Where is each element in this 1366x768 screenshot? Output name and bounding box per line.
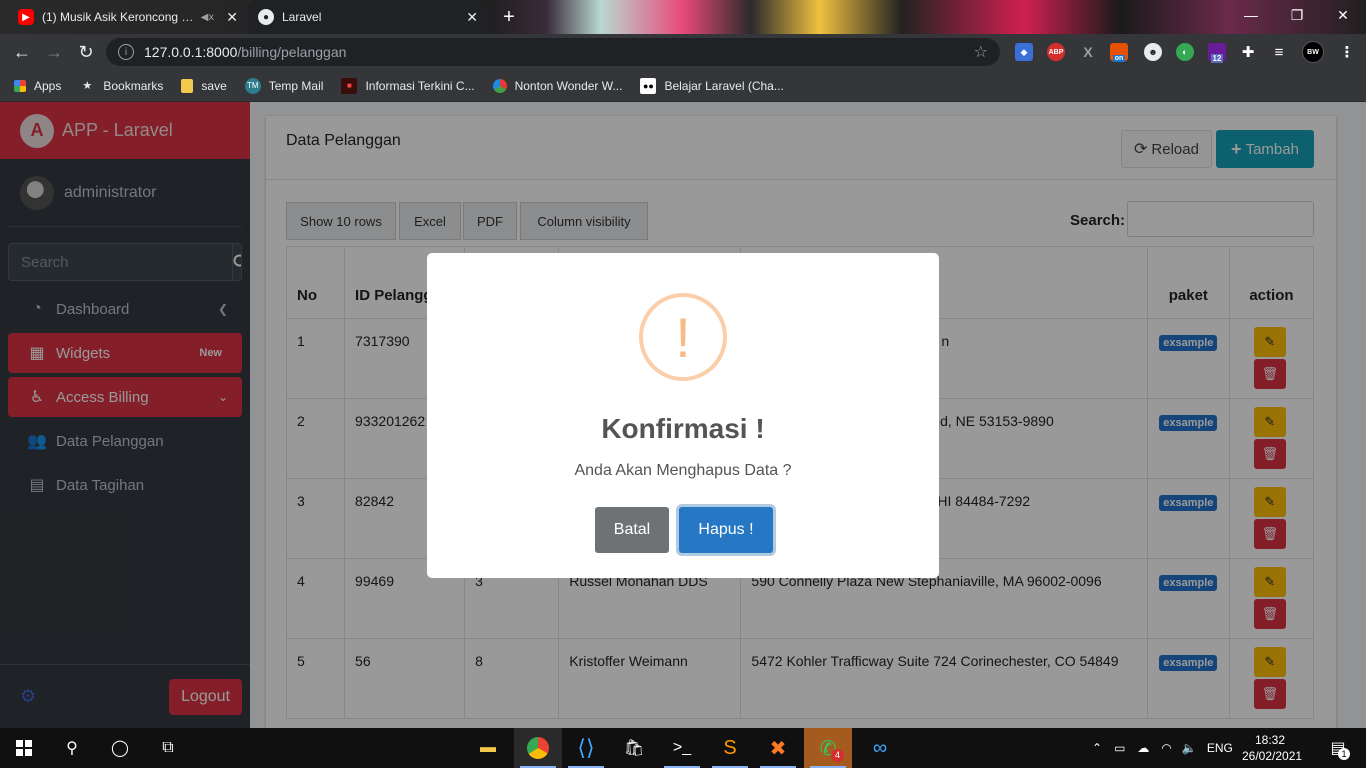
url-host: 127.0.0.1:8000 — [144, 44, 238, 60]
close-tab-icon[interactable]: ✕ — [226, 9, 238, 26]
extension-on-icon[interactable]: on — [1110, 43, 1128, 62]
battery-icon[interactable]: ▭ — [1114, 741, 1125, 755]
xampp-icon[interactable]: ✖ — [754, 728, 802, 768]
cancel-button[interactable]: Batal — [595, 507, 669, 553]
confirm-delete-button[interactable]: Hapus ! — [679, 507, 773, 553]
vscode-icon[interactable]: ⟨⟩ — [562, 728, 610, 768]
media-queue-icon[interactable]: ≡ — [1270, 43, 1288, 61]
extension-count-badge: 12 — [1210, 53, 1224, 63]
whatsapp-badge: 4 — [831, 749, 844, 762]
clock-date: 26/02/2021 — [1242, 749, 1303, 763]
clock-time: 18:32 — [1254, 733, 1286, 747]
windows-start-icon[interactable] — [0, 728, 48, 768]
dialog-title: Konfirmasi ! — [601, 413, 765, 444]
wifi-icon[interactable]: ◠ — [1161, 741, 1171, 755]
info-icon[interactable]: i — [118, 44, 134, 60]
chevron-up-icon[interactable]: ⌃ — [1092, 741, 1102, 755]
sublime-text-icon[interactable]: S — [706, 728, 754, 768]
movie-icon — [492, 78, 507, 93]
bookmark-nonton[interactable]: Nonton Wonder W... — [492, 78, 623, 93]
x-extension-icon[interactable]: X — [1079, 43, 1097, 61]
store-icon[interactable]: 🛍 — [610, 728, 658, 768]
folder-icon — [181, 78, 194, 93]
chrome-icon[interactable] — [514, 728, 562, 768]
cloud-icon[interactable]: ☁ — [1137, 741, 1149, 755]
menu-kebab-icon[interactable]: ⋮ — [1338, 43, 1356, 61]
browser-tab-youtube[interactable]: ▶ (1) Musik Asik Keroncong Po ◀ⅹ ✕ — [8, 0, 248, 34]
url-path: /billing/pelanggan — [237, 44, 347, 60]
apps-grid-icon — [14, 79, 26, 92]
file-explorer-icon[interactable]: ▬ — [464, 728, 512, 768]
bookmark-label: Belajar Laravel (Cha... — [664, 78, 784, 93]
extension-purple-icon[interactable]: 12 — [1208, 43, 1226, 63]
terminal-icon[interactable]: >_ — [658, 728, 706, 768]
address-bar[interactable]: i 127.0.0.1:8000/billing/pelanggan ☆ — [106, 38, 1000, 66]
bookmark-label: Temp Mail — [268, 78, 324, 93]
tab-title: Laravel — [282, 10, 322, 24]
bookmark-save[interactable]: save — [181, 78, 227, 93]
app-circles-icon[interactable]: ∞ — [856, 728, 904, 768]
new-tab-button[interactable]: + — [498, 6, 520, 28]
bookmarks-bar: Apps ★ Bookmarks save TM Temp Mail ■ Inf… — [0, 70, 1366, 102]
bookmark-star-icon[interactable]: ☆ — [974, 42, 988, 62]
globe-icon: ● — [258, 9, 274, 25]
reload-icon[interactable]: ↻ — [70, 38, 102, 66]
dialog-message: Anda Akan Menghapus Data ? — [574, 462, 792, 479]
bookmark-apps[interactable]: Apps — [14, 79, 61, 93]
tab-title: (1) Musik Asik Keroncong Po — [42, 10, 195, 24]
bookmark-label: Informasi Terkini C... — [365, 78, 475, 93]
notification-badge: 1 — [1338, 748, 1350, 760]
forward-arrow-icon[interactable]: → — [38, 38, 70, 66]
audio-muted-icon[interactable]: ◀ⅹ — [201, 12, 215, 23]
search-icon[interactable]: ⚲ — [48, 728, 96, 768]
minimize-icon[interactable]: — — [1228, 0, 1274, 30]
volume-icon[interactable]: 🔈 — [1182, 741, 1197, 755]
browser-tab-strip: ▶ (1) Musik Asik Keroncong Po ◀ⅹ ✕ ● Lar… — [0, 0, 1366, 34]
browser-toolbar: ← → ↻ i 127.0.0.1:8000/billing/pelanggan… — [0, 34, 1366, 70]
bookmark-temp-mail[interactable]: TM Temp Mail — [244, 77, 324, 94]
close-tab-icon[interactable]: ✕ — [466, 9, 478, 26]
windows-taskbar: ⚲ ◯ ⧉ ▬ ⟨⟩ 🛍 >_ S ✖ ✆ 4 ∞ ⌃ ▭ ☁ ◠ 🔈 ENG 1… — [0, 728, 1366, 768]
cortana-icon[interactable]: ◯ — [96, 728, 144, 768]
bookmark-bookmarks[interactable]: ★ Bookmarks — [79, 78, 163, 94]
star-icon: ★ — [82, 80, 93, 92]
bookmark-belajar-laravel[interactable]: ●● Belajar Laravel (Cha... — [640, 77, 784, 94]
bookmark-label: Nonton Wonder W... — [514, 78, 623, 93]
extension-face-icon[interactable]: ☻ — [1144, 43, 1162, 61]
news-icon: ■ — [341, 77, 358, 94]
extension-on-badge: on — [1112, 54, 1126, 62]
extension-diamond-icon[interactable]: ◆ — [1015, 43, 1033, 61]
bookmark-label: Apps — [34, 78, 62, 93]
clock[interactable]: 18:32 26/02/2021 — [1242, 732, 1303, 764]
back-arrow-icon[interactable]: ← — [6, 38, 38, 66]
system-tray: ⌃ ▭ ☁ ◠ 🔈 ENG — [1092, 728, 1233, 768]
maximize-icon[interactable]: ❐ — [1274, 0, 1320, 30]
whatsapp-icon[interactable]: ✆ 4 — [804, 728, 852, 768]
profile-avatar-icon[interactable]: BW — [1302, 41, 1324, 63]
browser-tab-laravel[interactable]: ● Laravel ✕ — [248, 0, 488, 34]
mail-icon: TM — [244, 77, 261, 94]
warning-icon: ! — [639, 293, 727, 381]
confirm-dialog: ! Konfirmasi ! Anda Akan Menghapus Data … — [427, 253, 939, 578]
bookmark-label: save — [201, 78, 227, 93]
notification-icon[interactable]: ▤ 1 — [1314, 728, 1362, 768]
task-view-icon[interactable]: ⧉ — [144, 728, 192, 768]
close-window-icon[interactable]: ✕ — [1320, 0, 1366, 30]
language-indicator[interactable]: ENG — [1207, 741, 1233, 755]
medium-icon: ●● — [640, 77, 657, 94]
extension-color-icon[interactable]: ◐ — [1176, 43, 1194, 61]
bookmark-label: Bookmarks — [103, 78, 164, 93]
bookmark-informasi[interactable]: ■ Informasi Terkini C... — [341, 77, 475, 94]
adblock-plus-icon[interactable]: ABP — [1047, 43, 1065, 61]
youtube-icon: ▶ — [18, 9, 34, 25]
extensions-puzzle-icon[interactable]: ✚ — [1239, 43, 1257, 61]
